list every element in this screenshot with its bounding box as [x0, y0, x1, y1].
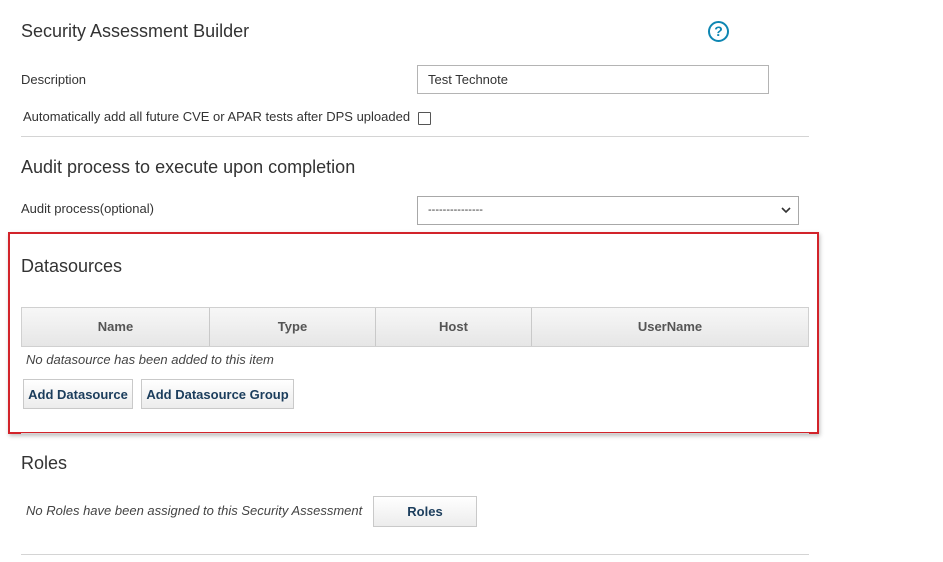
auto-add-checkbox[interactable] [418, 112, 431, 125]
audit-process-selected-value: --------------- [428, 204, 483, 216]
page-title: Security Assessment Builder [21, 21, 250, 41]
divider [21, 136, 809, 137]
description-label: Description [21, 72, 87, 87]
column-header-name[interactable]: Name [22, 308, 210, 346]
column-header-type[interactable]: Type [210, 308, 376, 346]
column-header-username[interactable]: UserName [532, 308, 808, 346]
column-header-host[interactable]: Host [376, 308, 532, 346]
datasources-table-header: Name Type Host UserName [21, 307, 809, 347]
roles-section-title: Roles [21, 453, 68, 473]
audit-process-select[interactable]: --------------- [417, 196, 799, 225]
divider [21, 554, 809, 555]
security-assessment-builder-page: Security Assessment Builder ? Descriptio… [0, 0, 943, 562]
roles-empty-message: No Roles have been assigned to this Secu… [26, 503, 363, 518]
add-datasource-group-button[interactable]: Add Datasource Group [141, 379, 294, 409]
datasources-section-title: Datasources [21, 256, 123, 276]
chevron-down-icon [781, 207, 791, 214]
auto-add-label: Automatically add all future CVE or APAR… [23, 109, 411, 124]
divider [21, 433, 809, 434]
datasources-empty-message: No datasource has been added to this ite… [26, 352, 274, 367]
description-input[interactable] [417, 65, 769, 94]
audit-process-label: Audit process(optional) [21, 201, 154, 216]
question-circle-icon[interactable]: ? [708, 21, 729, 42]
audit-section-title: Audit process to execute upon completion [21, 157, 356, 177]
roles-button[interactable]: Roles [373, 496, 477, 527]
add-datasource-button[interactable]: Add Datasource [23, 379, 133, 409]
